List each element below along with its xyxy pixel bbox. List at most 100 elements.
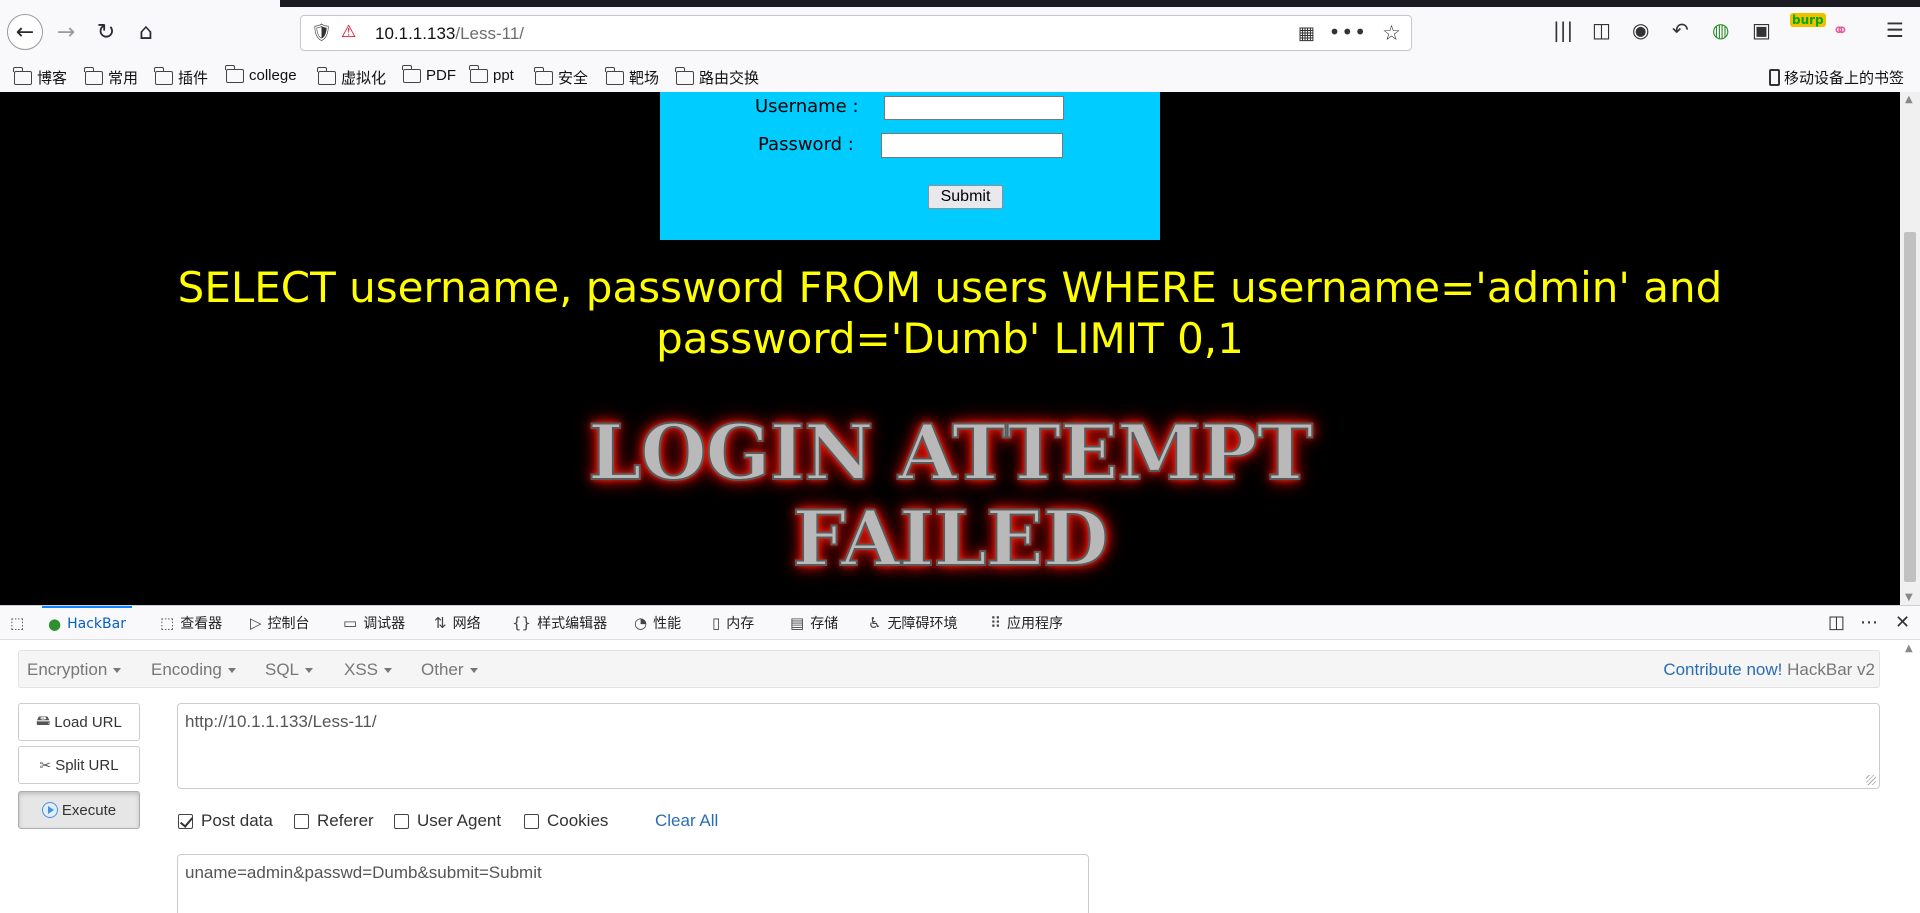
tab-application[interactable]: ⠿ 应用程序: [990, 606, 1063, 640]
network-icon: ⇅: [434, 614, 447, 632]
tab-label: 调试器: [363, 616, 406, 632]
bookmark-label: 靶场: [629, 70, 660, 87]
sql-menu[interactable]: SQL: [265, 660, 314, 680]
button-label: Split URL: [55, 756, 119, 774]
bookmark-folder[interactable]: 博客: [13, 66, 67, 88]
bookmark-folder[interactable]: ppt: [469, 64, 514, 84]
address-bar[interactable]: 🛡 ⚠ 10.1.1.133/Less-11/ ▦ ••• ☆: [300, 15, 1412, 51]
tracking-protection-icon[interactable]: 🛡: [311, 23, 333, 43]
user-agent-option[interactable]: User Agent: [394, 811, 501, 831]
reload-icon: ↻: [96, 19, 116, 45]
bookmark-label: 插件: [178, 70, 209, 87]
other-menu[interactable]: Other: [421, 660, 478, 680]
bookmark-folder[interactable]: college: [225, 64, 297, 84]
referer-checkbox[interactable]: [294, 813, 309, 829]
bookmark-folder[interactable]: 路由交换: [675, 66, 759, 88]
bookmark-folder[interactable]: 常用: [84, 66, 138, 88]
arrow-right-icon: →: [56, 19, 76, 45]
contribute-link[interactable]: Contribute now!: [1663, 660, 1782, 679]
account-icon[interactable]: ◉: [1632, 18, 1649, 42]
tab-label: 应用程序: [1007, 616, 1063, 632]
scroll-down-icon[interactable]: ▼: [1905, 592, 1913, 603]
load-url-button[interactable]: 🖴 Load URL: [18, 703, 140, 741]
bookmark-folder[interactable]: 插件: [154, 66, 209, 88]
bookmark-folder[interactable]: PDF: [402, 64, 456, 84]
username-input[interactable]: [884, 96, 1064, 120]
tab-accessibility[interactable]: ♿ 无障碍环境: [868, 606, 957, 640]
xss-menu[interactable]: XSS: [344, 660, 393, 680]
password-input[interactable]: [881, 133, 1063, 158]
sidebar-icon[interactable]: ◫: [1592, 18, 1611, 42]
tab-network[interactable]: ⇅ 网络: [434, 606, 481, 640]
grid-icon: ⠿: [990, 614, 1001, 632]
split-url-button[interactable]: ✂ Split URL: [18, 746, 140, 784]
mobile-bookmarks[interactable]: 移动设备上的书签: [1768, 67, 1904, 88]
qr-code-icon[interactable]: ▦: [1298, 23, 1315, 44]
scissors-icon: ✂: [39, 756, 52, 773]
folder-icon: [675, 66, 694, 85]
tab-style-editor[interactable]: {} 样式编辑器: [512, 606, 607, 640]
burp-extension-icon[interactable]: burp: [1790, 13, 1826, 27]
post-data-option[interactable]: Post data: [178, 811, 273, 831]
tab-hackbar[interactable]: ● HackBar: [42, 606, 132, 640]
bookmark-folder[interactable]: 虚拟化: [317, 66, 386, 88]
execute-button[interactable]: Execute: [18, 791, 140, 829]
tab-memory[interactable]: ▯ 内存: [712, 606, 754, 640]
home-icon: ⌂: [139, 19, 153, 45]
tab-storage[interactable]: ▤ 存储: [790, 606, 838, 640]
page-content: Username : Password : Submit SELECT user…: [0, 92, 1920, 605]
bookmark-folder[interactable]: 靶场: [605, 66, 660, 88]
cookies-checkbox[interactable]: [524, 813, 539, 829]
submit-button[interactable]: Submit: [928, 185, 1003, 209]
hackbar-url-textarea[interactable]: http://10.1.1.133/Less-11/: [177, 703, 1880, 789]
tab-label: 无障碍环境: [887, 616, 958, 632]
user-agent-checkbox[interactable]: [394, 813, 409, 829]
rings-extension-icon[interactable]: ⚭: [1832, 18, 1849, 42]
button-label: Execute: [61, 801, 117, 819]
devtools-scrollbar[interactable]: ▲: [1900, 641, 1920, 913]
caret-down-icon: [113, 668, 122, 674]
clear-all-link[interactable]: Clear All: [655, 811, 718, 831]
tab-performance[interactable]: ◔ 性能: [634, 606, 681, 640]
globe-extension-icon[interactable]: ◍: [1712, 18, 1729, 42]
cookies-option[interactable]: Cookies: [524, 811, 608, 831]
page-actions-icon[interactable]: •••: [1329, 20, 1367, 44]
post-data-checkbox[interactable]: [178, 813, 193, 829]
close-devtools-icon[interactable]: ✕: [1895, 612, 1910, 633]
home-button[interactable]: ⌂: [128, 14, 164, 50]
url-value: http://10.1.1.133/Less-11/: [185, 712, 377, 731]
tab-console[interactable]: ▷ 控制台: [250, 606, 310, 640]
insecure-lock-icon[interactable]: ⚠: [341, 22, 356, 42]
dock-icon[interactable]: ◫: [1828, 612, 1845, 633]
scroll-up-icon[interactable]: ▲: [1905, 643, 1913, 654]
forward-button[interactable]: →: [48, 14, 84, 50]
caret-down-icon: [469, 668, 478, 674]
tab-inspector[interactable]: ⬚ 查看器: [160, 606, 222, 640]
scrollbar-thumb[interactable]: [1904, 232, 1916, 582]
resize-grip-icon[interactable]: [1866, 775, 1876, 785]
encryption-menu[interactable]: Encryption: [27, 660, 122, 680]
bookmark-folder[interactable]: 安全: [534, 66, 588, 88]
tab-debugger[interactable]: ▭ 调试器: [343, 606, 405, 640]
encoding-menu[interactable]: Encoding: [151, 660, 236, 680]
option-label: Post data: [201, 811, 273, 830]
hackbar-contribute: Contribute now! HackBar v2: [1663, 660, 1875, 680]
page-scrollbar[interactable]: ▲ ▼: [1900, 92, 1920, 605]
menu-icon[interactable]: ☰: [1886, 18, 1904, 42]
extension-icon[interactable]: ▣: [1752, 18, 1771, 42]
post-data-textarea[interactable]: uname=admin&passwd=Dumb&submit=Submit: [177, 854, 1089, 913]
scroll-up-icon[interactable]: ▲: [1905, 94, 1913, 105]
option-label: Cookies: [547, 811, 609, 830]
element-picker-button[interactable]: ⬚: [10, 606, 24, 640]
folder-icon: [402, 64, 421, 83]
devtools-options-icon[interactable]: ⋯: [1860, 612, 1878, 633]
referer-option[interactable]: Referer: [294, 811, 374, 831]
url-text[interactable]: 10.1.1.133/Less-11/: [375, 24, 524, 44]
tab-label: 查看器: [180, 616, 223, 632]
bookmark-star-icon[interactable]: ☆: [1382, 21, 1401, 45]
back-button[interactable]: ←: [7, 14, 43, 50]
reload-button[interactable]: ↻: [88, 14, 124, 50]
undo-icon[interactable]: ↶: [1672, 18, 1689, 42]
inspector-icon: ⬚: [160, 614, 175, 632]
library-icon[interactable]: |||: [1553, 18, 1573, 42]
